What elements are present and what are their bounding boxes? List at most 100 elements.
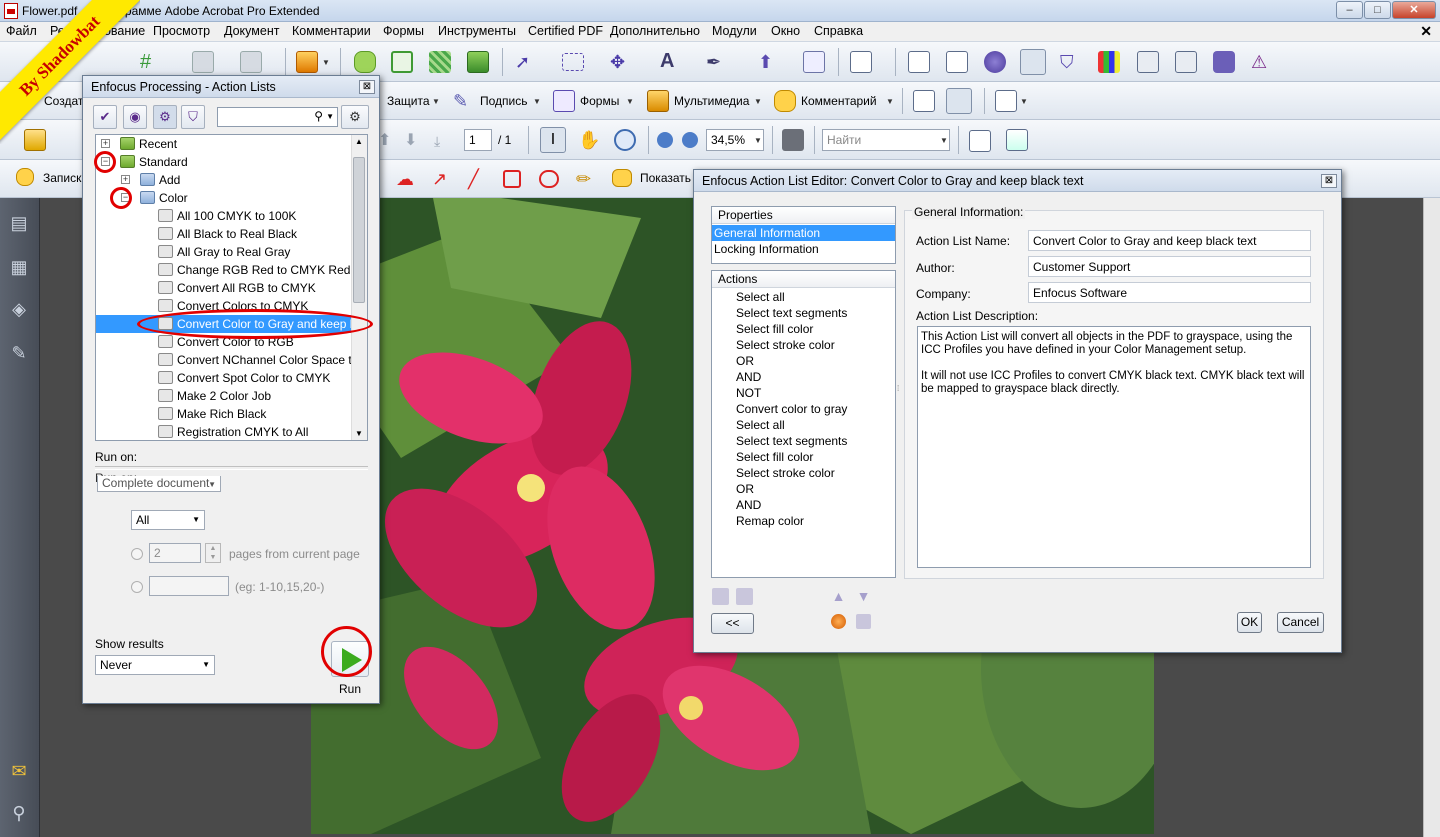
gear-icon[interactable] bbox=[1020, 49, 1046, 75]
splitter-handle[interactable]: ⁞ bbox=[897, 384, 899, 393]
sign-button[interactable]: Подпись bbox=[480, 94, 528, 108]
zoom-tool-icon[interactable] bbox=[614, 129, 636, 151]
menu-forms[interactable]: Формы bbox=[383, 24, 424, 38]
range-input[interactable] bbox=[149, 576, 229, 596]
menu-document[interactable]: Документ bbox=[224, 24, 279, 38]
tree-item[interactable]: Convert NChannel Color Space to De bbox=[96, 351, 367, 369]
move-icon[interactable]: ✥ bbox=[610, 51, 632, 73]
action-item[interactable]: Select all bbox=[736, 289, 895, 305]
settings-icon[interactable]: ⚙ bbox=[341, 105, 369, 129]
zoom-out-icon[interactable] bbox=[657, 132, 673, 148]
pages-icon[interactable]: ▤ bbox=[9, 212, 29, 234]
comment-button[interactable]: Комментарий bbox=[801, 94, 877, 108]
action-item[interactable]: Select fill color bbox=[736, 449, 895, 465]
scroll-thumb[interactable] bbox=[353, 157, 365, 303]
prev-page-icon[interactable]: ⬆ bbox=[378, 130, 400, 152]
camera-icon[interactable] bbox=[1213, 51, 1235, 73]
attachments-icon[interactable]: ⚲ bbox=[9, 802, 29, 824]
gear-icon[interactable]: ⚙ bbox=[153, 105, 177, 129]
snapshot-icon[interactable] bbox=[782, 129, 804, 151]
tree-scrollbar[interactable]: ▲ ▼ bbox=[351, 135, 367, 440]
document-close-icon[interactable]: ✕ bbox=[1420, 23, 1432, 40]
forms-button[interactable]: Формы bbox=[580, 94, 619, 108]
zoom-in-icon[interactable] bbox=[682, 132, 698, 148]
import-icon[interactable] bbox=[240, 51, 262, 73]
description-textarea[interactable]: This Action List will convert all object… bbox=[917, 326, 1311, 568]
menu-help[interactable]: Справка bbox=[814, 24, 863, 38]
menu-comments[interactable]: Комментарии bbox=[292, 24, 371, 38]
tree-item[interactable]: Registration CMYK to All bbox=[96, 423, 352, 440]
next-page-icon[interactable]: ⬇ bbox=[404, 130, 426, 152]
layers-icon[interactable] bbox=[467, 51, 489, 73]
tree-item[interactable]: − Color bbox=[96, 189, 352, 207]
menu-window[interactable]: Окно bbox=[771, 24, 800, 38]
move-up-icon[interactable]: ▲ bbox=[830, 588, 847, 605]
layers-panel-icon[interactable]: ◈ bbox=[9, 298, 29, 320]
marquee-icon[interactable] bbox=[562, 53, 584, 71]
email-icon[interactable] bbox=[391, 51, 413, 73]
edit-object-icon[interactable] bbox=[1006, 129, 1028, 151]
properties-item-general[interactable]: General Information bbox=[712, 225, 895, 241]
comments-panel-icon[interactable]: ✉ bbox=[9, 760, 29, 782]
pen-tool-icon[interactable]: ✒ bbox=[706, 51, 728, 73]
last-page-icon[interactable]: ⤓ bbox=[434, 130, 456, 152]
name-field[interactable]: Convert Color to Gray and keep black tex… bbox=[1028, 230, 1311, 251]
arrow-tool-icon[interactable]: ↗ bbox=[432, 169, 454, 191]
share-icon[interactable] bbox=[995, 90, 1017, 112]
pin-icon[interactable]: ⬆ bbox=[758, 51, 780, 73]
pages-radio[interactable] bbox=[131, 548, 143, 560]
action-item[interactable]: Select text segments bbox=[736, 305, 895, 321]
show-results-select[interactable]: Never ▼ bbox=[95, 655, 215, 675]
action-item[interactable]: OR bbox=[736, 353, 895, 369]
tree-item[interactable]: Convert All RGB to CMYK bbox=[96, 279, 352, 297]
record-icon[interactable] bbox=[831, 614, 846, 629]
move-down-icon[interactable]: ▼ bbox=[855, 588, 872, 605]
expand-icon[interactable]: + bbox=[121, 175, 130, 184]
find-input[interactable]: Найти bbox=[822, 129, 950, 151]
action-item[interactable]: NOT bbox=[736, 385, 895, 401]
pages-count-input[interactable]: 2 bbox=[149, 543, 201, 563]
filter-icon[interactable]: ⛉ bbox=[1060, 51, 1082, 73]
company-field[interactable]: Enfocus Software bbox=[1028, 282, 1311, 303]
warning-icon[interactable]: ⚠ bbox=[1251, 51, 1273, 73]
action-wizard-icon[interactable] bbox=[296, 51, 318, 73]
check-icon[interactable] bbox=[946, 51, 968, 73]
action-item[interactable]: AND bbox=[736, 369, 895, 385]
text-tool-icon[interactable]: A bbox=[660, 50, 682, 72]
menu-certified-pdf[interactable]: Certified PDF bbox=[528, 24, 603, 38]
cloud-icon[interactable]: ☁ bbox=[396, 169, 418, 191]
pencil-icon[interactable]: ✏ bbox=[576, 169, 598, 191]
pages-filter-select[interactable]: All ▼ bbox=[131, 510, 205, 530]
action-search-input[interactable]: ⚲ ▼ bbox=[217, 107, 338, 127]
bookmarks-icon[interactable]: ▦ bbox=[9, 256, 29, 278]
properties-list[interactable]: Properties General Information Locking I… bbox=[711, 206, 896, 264]
menu-advanced[interactable]: Дополнительно bbox=[610, 24, 700, 38]
tree-item[interactable]: All 100 CMYK to 100K bbox=[96, 207, 352, 225]
stop-icon[interactable] bbox=[856, 614, 871, 629]
select-arrow-icon[interactable]: ➚ bbox=[515, 51, 537, 73]
menu-modules[interactable]: Модули bbox=[712, 24, 757, 38]
tree-item[interactable]: All Gray to Real Gray bbox=[96, 243, 352, 261]
range-radio[interactable] bbox=[131, 581, 143, 593]
maximize-button[interactable]: □ bbox=[1364, 1, 1391, 19]
line-tool-icon[interactable]: ╱ bbox=[468, 169, 490, 191]
color-separation-icon[interactable] bbox=[1098, 51, 1120, 73]
copy-action-icon[interactable] bbox=[712, 588, 729, 605]
action-item[interactable]: Select text segments bbox=[736, 433, 895, 449]
run-on-select[interactable]: Complete document ▼ bbox=[97, 476, 221, 492]
action-item[interactable]: Convert color to gray bbox=[736, 401, 895, 417]
grid-icon[interactable]: # bbox=[140, 51, 162, 73]
cancel-button[interactable]: Cancel bbox=[1277, 612, 1324, 633]
fit-width-icon[interactable] bbox=[913, 90, 935, 112]
tree-item[interactable]: Make Rich Black bbox=[96, 405, 352, 423]
action-item[interactable]: AND bbox=[736, 497, 895, 513]
fit-page-icon[interactable] bbox=[946, 88, 972, 114]
crop-icon[interactable] bbox=[803, 51, 825, 73]
author-field[interactable]: Customer Support bbox=[1028, 256, 1311, 277]
touchup-text-icon[interactable] bbox=[969, 130, 991, 152]
tree-item[interactable]: − Standard bbox=[96, 153, 352, 171]
filter-icon[interactable]: ⛉ bbox=[181, 105, 205, 129]
select-cursor-icon[interactable]: I bbox=[540, 127, 566, 153]
hand-tool-icon[interactable]: ✋ bbox=[578, 129, 600, 151]
oval-tool-icon[interactable] bbox=[539, 170, 559, 188]
